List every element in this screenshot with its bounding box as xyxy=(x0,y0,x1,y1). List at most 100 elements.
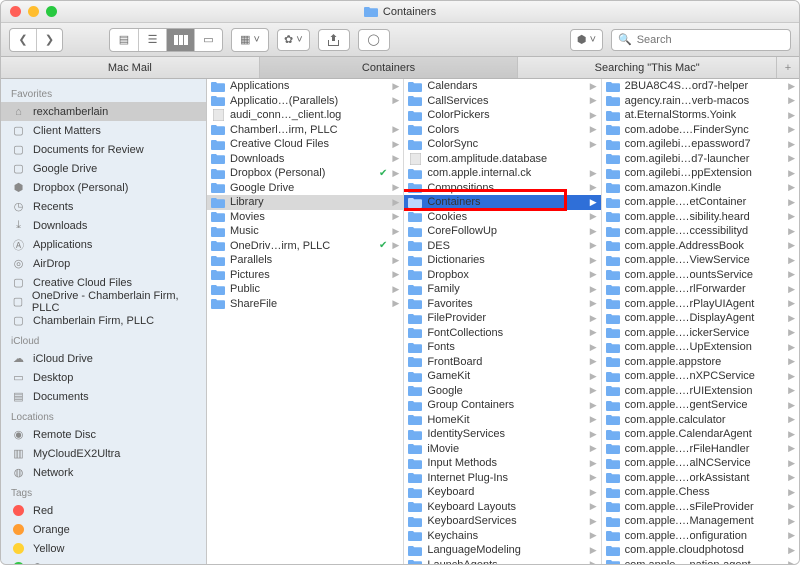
file-row[interactable]: com.amplitude.database xyxy=(404,152,600,167)
file-row[interactable]: Applications▶ xyxy=(207,79,403,94)
file-row[interactable]: com.apple.…ickerService▶ xyxy=(602,326,799,341)
file-row[interactable]: Calendars▶ xyxy=(404,79,600,94)
sidebar-item[interactable]: ◎AirDrop xyxy=(1,254,206,273)
file-row[interactable]: com.apple.…ccessibilityd▶ xyxy=(602,224,799,239)
sidebar-item[interactable]: ◉Remote Disc xyxy=(1,425,206,444)
file-row[interactable]: com.apple.AddressBook▶ xyxy=(602,239,799,254)
file-row[interactable]: com.apple.…gentService▶ xyxy=(602,398,799,413)
file-row[interactable]: CallServices▶ xyxy=(404,94,600,109)
file-row[interactable]: com.apple.…nXPCService▶ xyxy=(602,369,799,384)
view-icon-icon[interactable]: ▤ xyxy=(110,29,138,51)
view-column-icon[interactable] xyxy=(166,29,194,51)
file-row[interactable]: com.apple.…UpExtension▶ xyxy=(602,340,799,355)
sidebar-item[interactable]: ▢Client Matters xyxy=(1,121,206,140)
file-row[interactable]: Group Containers▶ xyxy=(404,398,600,413)
sidebar-item[interactable]: ⤓Downloads xyxy=(1,216,206,235)
file-row[interactable]: FileProvider▶ xyxy=(404,311,600,326)
file-row[interactable]: Creative Cloud Files▶ xyxy=(207,137,403,152)
file-row[interactable]: Input Methods▶ xyxy=(404,456,600,471)
file-row[interactable]: Fonts▶ xyxy=(404,340,600,355)
file-row[interactable]: com.apple.…ountsService▶ xyxy=(602,268,799,283)
file-row[interactable]: Library▶ xyxy=(207,195,403,210)
file-row[interactable]: com.amazon.Kindle▶ xyxy=(602,181,799,196)
back-button[interactable]: ❮ xyxy=(10,29,36,51)
sidebar-item[interactable]: ▢Google Drive xyxy=(1,159,206,178)
sidebar-item[interactable]: ▤Documents xyxy=(1,387,206,406)
sidebar-item[interactable]: ▢Chamberlain Firm, PLLC xyxy=(1,311,206,330)
sidebar-item[interactable]: ◍Network xyxy=(1,463,206,482)
file-row[interactable]: com.apple.Chess▶ xyxy=(602,485,799,500)
arrange-button[interactable]: ▦ ˅ xyxy=(232,29,268,51)
sidebar-item[interactable]: Green xyxy=(1,558,206,564)
file-row[interactable]: com.apple.…ViewService▶ xyxy=(602,253,799,268)
file-row[interactable]: com.apple.…nation-agent▶ xyxy=(602,558,799,565)
view-list-icon[interactable]: ☰ xyxy=(138,29,166,51)
sidebar-item[interactable]: ▢OneDrive - Chamberlain Firm, PLLC xyxy=(1,292,206,311)
file-row[interactable]: Cookies▶ xyxy=(404,210,600,225)
file-row[interactable]: com.apple.…rlForwarder▶ xyxy=(602,282,799,297)
file-row[interactable]: com.agilebi…d7-launcher▶ xyxy=(602,152,799,167)
sidebar-item[interactable]: Yellow xyxy=(1,539,206,558)
file-row[interactable]: Dictionaries▶ xyxy=(404,253,600,268)
file-row[interactable]: OneDriv…irm, PLLC✔▶ xyxy=(207,239,403,254)
file-row[interactable]: Google Drive▶ xyxy=(207,181,403,196)
file-row[interactable]: Dropbox (Personal)✔▶ xyxy=(207,166,403,181)
file-row[interactable]: at.EternalStorms.Yoink▶ xyxy=(602,108,799,123)
file-row[interactable]: HomeKit▶ xyxy=(404,413,600,428)
tab-2[interactable]: Searching "This Mac" xyxy=(518,57,777,78)
file-row[interactable]: com.apple.…DisplayAgent▶ xyxy=(602,311,799,326)
view-gallery-icon[interactable]: ▭ xyxy=(194,29,222,51)
file-row[interactable]: com.agilebi…epassword7▶ xyxy=(602,137,799,152)
file-row[interactable]: KeyboardServices▶ xyxy=(404,514,600,529)
search-input[interactable] xyxy=(637,34,784,46)
dropbox-button[interactable]: ⬢ ˅ xyxy=(570,29,603,51)
file-row[interactable]: GameKit▶ xyxy=(404,369,600,384)
sidebar-item[interactable]: Red xyxy=(1,501,206,520)
file-row[interactable]: Compositions▶ xyxy=(404,181,600,196)
file-row[interactable]: Public▶ xyxy=(207,282,403,297)
file-row[interactable]: Keyboard▶ xyxy=(404,485,600,500)
file-row[interactable]: agency.rain…verb-macos▶ xyxy=(602,94,799,109)
tab-0[interactable]: Mac Mail xyxy=(1,57,260,78)
file-row[interactable]: CoreFollowUp▶ xyxy=(404,224,600,239)
file-row[interactable]: com.apple.…rUIExtension▶ xyxy=(602,384,799,399)
file-row[interactable]: LanguageModeling▶ xyxy=(404,543,600,558)
file-row[interactable]: com.apple.…etContainer▶ xyxy=(602,195,799,210)
file-row[interactable]: IdentityServices▶ xyxy=(404,427,600,442)
file-row[interactable]: LaunchAgents▶ xyxy=(404,558,600,565)
share-button[interactable] xyxy=(318,29,350,51)
file-row[interactable]: Internet Plug-Ins▶ xyxy=(404,471,600,486)
file-row[interactable]: Pictures▶ xyxy=(207,268,403,283)
file-row[interactable]: iMovie▶ xyxy=(404,442,600,457)
sidebar-item[interactable]: ▥MyCloudEX2Ultra xyxy=(1,444,206,463)
file-row[interactable]: com.apple.…alNCService▶ xyxy=(602,456,799,471)
file-row[interactable]: com.apple.…sFileProvider▶ xyxy=(602,500,799,515)
file-row[interactable]: Keyboard Layouts▶ xyxy=(404,500,600,515)
file-row[interactable]: Parallels▶ xyxy=(207,253,403,268)
sidebar-item[interactable]: ▢Documents for Review xyxy=(1,140,206,159)
sidebar-item[interactable]: ⬢Dropbox (Personal) xyxy=(1,178,206,197)
file-row[interactable]: Chamberl…irm, PLLC▶ xyxy=(207,123,403,138)
file-row[interactable]: 2BUA8C4S…ord7-helper▶ xyxy=(602,79,799,94)
new-tab-button[interactable]: + xyxy=(777,57,799,78)
file-row[interactable]: ColorSync▶ xyxy=(404,137,600,152)
file-row[interactable]: Google▶ xyxy=(404,384,600,399)
file-row[interactable]: Favorites▶ xyxy=(404,297,600,312)
file-row[interactable]: com.apple.…onfiguration▶ xyxy=(602,529,799,544)
file-row[interactable]: com.apple.appstore▶ xyxy=(602,355,799,370)
file-row[interactable]: com.apple.…orkAssistant▶ xyxy=(602,471,799,486)
search-field[interactable]: 🔍 xyxy=(611,29,791,51)
file-row[interactable]: Downloads▶ xyxy=(207,152,403,167)
file-row[interactable]: Colors▶ xyxy=(404,123,600,138)
file-row[interactable]: com.apple.…Management▶ xyxy=(602,514,799,529)
file-row[interactable]: DES▶ xyxy=(404,239,600,254)
forward-button[interactable]: ❯ xyxy=(36,29,62,51)
file-row[interactable]: Family▶ xyxy=(404,282,600,297)
file-row[interactable]: Music▶ xyxy=(207,224,403,239)
tab-1[interactable]: Containers xyxy=(260,57,519,78)
file-row[interactable]: com.apple.…rFileHandler▶ xyxy=(602,442,799,457)
sidebar-item[interactable]: ◷Recents xyxy=(1,197,206,216)
file-row[interactable]: FontCollections▶ xyxy=(404,326,600,341)
file-row[interactable]: com.apple.…rPlayUIAgent▶ xyxy=(602,297,799,312)
file-row[interactable]: FrontBoard▶ xyxy=(404,355,600,370)
